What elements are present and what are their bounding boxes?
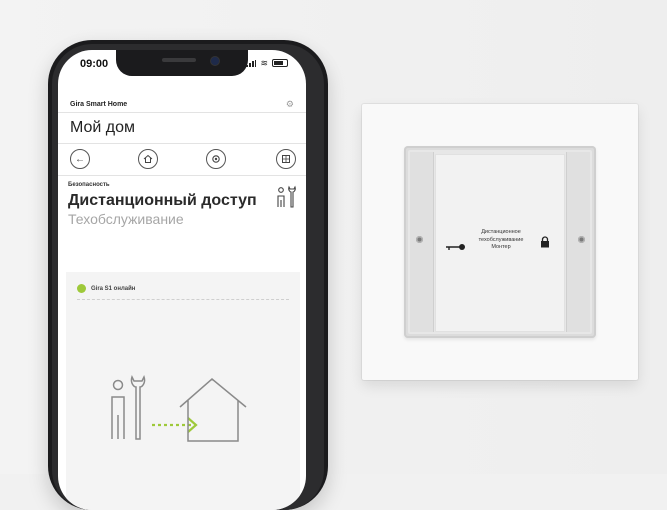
front-camera (210, 56, 220, 66)
settings-icon[interactable]: ⚙ (286, 99, 294, 110)
home-icon[interactable] (138, 149, 158, 169)
screw-right (578, 236, 585, 243)
card-divider (77, 299, 289, 300)
phone-notch (116, 50, 248, 76)
switch-label-line3: Монтер (491, 244, 511, 250)
switch-rocker-left[interactable] (410, 152, 434, 332)
technician-icon (276, 185, 298, 214)
scene-icon[interactable] (206, 149, 226, 169)
key-icon (446, 238, 466, 256)
online-status: Gira S1 онлайн (77, 284, 135, 293)
remote-maintenance-illustration (110, 367, 250, 452)
online-status-label: Gira S1 онлайн (91, 285, 136, 292)
page-title: Мой дом (70, 119, 136, 136)
status-time: 09:00 (80, 58, 109, 70)
lock-icon (540, 235, 550, 253)
signal-icon (246, 59, 257, 67)
title-divider (58, 143, 306, 144)
phone-screen: 09:00 ≋ Gira Smart Home ⚙ Мой дом ← Безо… (58, 50, 306, 510)
section-label: Безопасность (68, 182, 110, 188)
screw-left (416, 236, 423, 243)
nav-divider (58, 175, 306, 176)
switch-rocker-right[interactable] (566, 152, 590, 332)
back-arrow-icon[interactable]: ← (70, 149, 90, 169)
smartphone: 09:00 ≋ Gira Smart Home ⚙ Мой дом ← Безо… (48, 40, 328, 510)
status-card: Gira S1 онлайн (66, 272, 300, 510)
speaker-grille (162, 58, 196, 62)
header-divider (58, 112, 306, 113)
switch-label-line2: техобслуживание (478, 236, 524, 243)
remote-access-title: Дистанционный доступ (68, 192, 257, 209)
status-icons: ≋ (246, 58, 288, 68)
nav-bar: ← (66, 149, 300, 171)
switch-label-line1: Дистанционное (481, 229, 521, 235)
maintenance-subtitle: Техобслуживание (68, 211, 184, 227)
wifi-icon: ≋ (260, 58, 268, 68)
globe-icon (77, 284, 86, 293)
switch-label-text: Дистанционное техобслуживание Монтер (466, 229, 536, 252)
battery-icon (272, 59, 288, 67)
app-name: Gira Smart Home (70, 101, 128, 108)
grid-icon[interactable] (276, 149, 296, 169)
